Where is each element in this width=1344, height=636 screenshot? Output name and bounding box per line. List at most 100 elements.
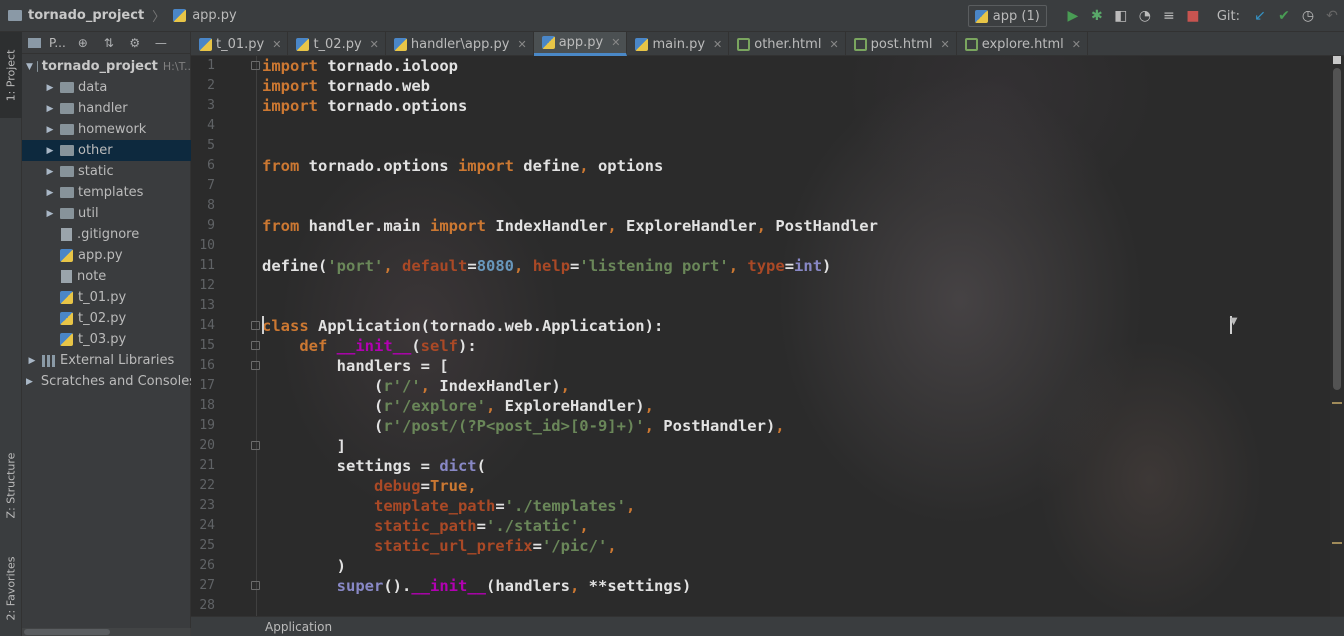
code-line[interactable]: handlers = [ xyxy=(262,356,449,376)
hide-icon[interactable]: — xyxy=(152,36,170,50)
locate-icon[interactable]: ⊕ xyxy=(74,36,92,50)
line-number[interactable]: 3 xyxy=(191,96,215,116)
line-number[interactable]: 26 xyxy=(191,556,215,576)
debug-icon[interactable]: ✱ xyxy=(1085,4,1109,28)
tree-item-root[interactable]: ▼ tornado_project H:\T.. xyxy=(22,56,191,77)
code-line[interactable]: import tornado.web xyxy=(262,76,430,96)
editor-tab[interactable]: app.py ✕ xyxy=(533,32,628,56)
code-line[interactable]: from handler.main import IndexHandler, E… xyxy=(262,216,878,236)
vcs-commit-icon[interactable]: ✔ xyxy=(1272,4,1296,28)
tree-item[interactable]: t_02.py xyxy=(22,308,191,329)
breadcrumb-file[interactable]: app.py xyxy=(192,8,237,23)
warning-marker[interactable] xyxy=(1332,402,1342,404)
line-number[interactable]: 18 xyxy=(191,396,215,416)
editor-tab[interactable]: t_02.py ✕ xyxy=(288,32,386,56)
code-line[interactable]: template_path='./templates', xyxy=(262,496,635,516)
coverage-icon[interactable]: ◧ xyxy=(1109,4,1133,28)
tree-item-external-libraries[interactable]: ▶ External Libraries xyxy=(22,350,191,371)
run-icon[interactable]: ▶ xyxy=(1061,4,1085,28)
fold-marker-icon[interactable] xyxy=(251,61,260,70)
editor-breadcrumb-class[interactable]: Application xyxy=(265,620,332,634)
line-number[interactable]: 24 xyxy=(191,516,215,536)
collapse-arrow-icon[interactable]: ▶ xyxy=(44,146,56,156)
line-number[interactable]: 16 xyxy=(191,356,215,376)
fold-marker-icon[interactable] xyxy=(251,581,260,590)
project-panel-hscrollbar[interactable] xyxy=(22,628,191,636)
code-line[interactable]: settings = dict( xyxy=(262,456,486,476)
line-number[interactable]: 15 xyxy=(191,336,215,356)
vcs-update-icon[interactable]: ↙ xyxy=(1248,4,1272,28)
inspection-status-icon[interactable] xyxy=(1333,56,1341,64)
line-number[interactable]: 11 xyxy=(191,256,215,276)
run-configuration-select[interactable]: app (1) ▼ xyxy=(967,5,1238,334)
line-number[interactable]: 20 xyxy=(191,436,215,456)
tree-item[interactable]: t_01.py xyxy=(22,287,191,308)
collapse-arrow-icon[interactable]: ▶ xyxy=(44,167,56,177)
breadcrumb-project[interactable]: tornado_project xyxy=(28,8,144,23)
tree-item[interactable]: ▶ templates xyxy=(22,182,191,203)
code-line[interactable]: static_path='./static', xyxy=(262,516,589,536)
line-number[interactable]: 8 xyxy=(191,196,215,216)
tab-project-tool[interactable]: 1: Project xyxy=(0,32,22,118)
collapse-arrow-icon[interactable]: ▶ xyxy=(26,356,38,366)
editor-tab[interactable]: handler\app.py ✕ xyxy=(386,32,534,56)
close-icon[interactable]: ✕ xyxy=(940,38,949,51)
project-view-select[interactable]: P... xyxy=(49,36,66,50)
code-line[interactable]: define('port', default=8080, help='liste… xyxy=(262,256,831,276)
tree-item[interactable]: .gitignore xyxy=(22,224,191,245)
code-line[interactable]: ) xyxy=(262,556,346,576)
line-number[interactable]: 6 xyxy=(191,156,215,176)
build-icon[interactable]: ≡ xyxy=(1157,4,1181,28)
line-number[interactable]: 28 xyxy=(191,596,215,616)
scrollbar-thumb[interactable] xyxy=(24,629,110,635)
line-number[interactable]: 1 xyxy=(191,56,215,76)
code-line[interactable]: (r'/post/(?P<post_id>[0-9]+)', PostHandl… xyxy=(262,416,785,436)
collapse-arrow-icon[interactable]: ▶ xyxy=(44,83,56,93)
tree-item[interactable]: app.py xyxy=(22,245,191,266)
line-number[interactable]: 12 xyxy=(191,276,215,296)
line-number[interactable]: 25 xyxy=(191,536,215,556)
stop-icon[interactable]: ■ xyxy=(1181,4,1205,28)
code-line[interactable]: static_url_prefix='/pic/', xyxy=(262,536,617,556)
code-line[interactable]: (r'/', IndexHandler), xyxy=(262,376,570,396)
code-line[interactable]: import tornado.ioloop xyxy=(262,56,458,76)
code-line[interactable]: import tornado.options xyxy=(262,96,467,116)
line-number[interactable]: 22 xyxy=(191,476,215,496)
collapse-arrow-icon[interactable]: ▶ xyxy=(44,209,56,219)
code-line[interactable]: (r'/explore', ExploreHandler), xyxy=(262,396,654,416)
line-number[interactable]: 27 xyxy=(191,576,215,596)
tree-item[interactable]: t_03.py xyxy=(22,329,191,350)
code-line[interactable]: from tornado.options import define, opti… xyxy=(262,156,663,176)
code-line[interactable]: super().__init__(handlers, **settings) xyxy=(262,576,692,596)
warning-marker[interactable] xyxy=(1332,542,1342,544)
line-number[interactable]: 9 xyxy=(191,216,215,236)
tree-item[interactable]: ▶ other xyxy=(22,140,191,161)
line-number[interactable]: 4 xyxy=(191,116,215,136)
gear-icon[interactable]: ⚙ xyxy=(126,36,144,50)
line-number[interactable]: 7 xyxy=(191,176,215,196)
code-line[interactable]: ] xyxy=(262,436,346,456)
line-number[interactable]: 2 xyxy=(191,76,215,96)
line-number[interactable]: 19 xyxy=(191,416,215,436)
collapse-arrow-icon[interactable]: ▶ xyxy=(44,125,56,135)
expand-arrow-icon[interactable]: ▼ xyxy=(26,62,33,72)
scrollbar-thumb[interactable] xyxy=(1333,68,1341,390)
close-icon[interactable]: ✕ xyxy=(611,36,620,49)
collapse-arrow-icon[interactable]: ▶ xyxy=(44,104,56,114)
code-line[interactable]: class Application(tornado.web.Applicatio… xyxy=(262,316,663,336)
code-editor[interactable]: import tornado.ioloop import tornado.web i… xyxy=(262,56,1330,616)
profile-icon[interactable]: ◔ xyxy=(1133,4,1157,28)
fold-marker-icon[interactable] xyxy=(251,341,260,350)
editor-tab[interactable]: t_01.py ✕ xyxy=(191,32,289,56)
collapse-all-icon[interactable]: ⇅ xyxy=(100,36,118,50)
close-icon[interactable]: ✕ xyxy=(370,38,379,51)
editor-scrollbar[interactable] xyxy=(1330,56,1344,616)
editor-tab[interactable]: main.py ✕ xyxy=(627,32,730,56)
editor-tab[interactable]: post.html ✕ xyxy=(846,32,957,56)
line-number[interactable]: 17 xyxy=(191,376,215,396)
line-number[interactable]: 10 xyxy=(191,236,215,256)
line-number[interactable]: 21 xyxy=(191,456,215,476)
line-number[interactable]: 5 xyxy=(191,136,215,156)
tab-favorites-tool[interactable]: 2: Favorites xyxy=(0,540,22,636)
close-icon[interactable]: ✕ xyxy=(829,38,838,51)
